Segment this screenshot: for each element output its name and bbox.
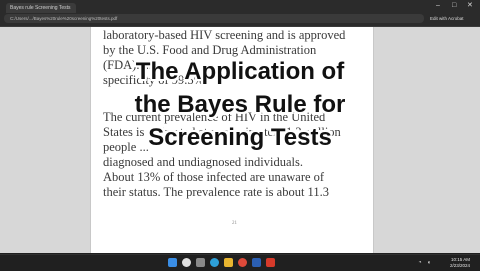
title-overlay-line-2: the Bayes Rule for [134,91,346,118]
doc-line: laboratory-based HIV screening and is ap… [103,28,346,42]
word-icon[interactable] [252,258,261,267]
chrome-icon[interactable] [238,258,247,267]
doc-line: diagnosed and undiagnosed individuals. [103,155,303,169]
acrobat-icon[interactable] [266,258,275,267]
clock-date: 2/23/2024 [449,263,470,268]
minimize-button[interactable]: – [436,2,440,10]
address-bar[interactable]: C:/Users/.../Bayes%20rule%20screening%20… [4,14,424,23]
browser-toolbar: Bayes rule Screening Tests – □ ✕ C:/User… [0,0,480,27]
clock[interactable]: 10:15 AM 2/23/2024 [438,257,470,269]
doc-line: About 13% of those infected are unaware … [103,170,325,184]
edit-with-acrobat-button[interactable]: Edit with Acrobat [430,14,474,23]
start-icon[interactable] [168,258,177,267]
close-button[interactable]: ✕ [467,2,473,10]
browser-tab[interactable]: Bayes rule Screening Tests [6,3,76,13]
page-number: 21 [232,221,237,226]
wifi-icon[interactable]: ◔ [418,259,422,267]
doc-line: their status. The prevalence rate is abo… [103,185,329,199]
taskbar: ◔ ◖ 10:15 AM 2/23/2024 [0,254,480,271]
maximize-button[interactable]: □ [452,2,456,10]
task-view-icon[interactable] [196,258,205,267]
search-icon[interactable] [182,258,191,267]
volume-icon[interactable]: ◖ [427,259,431,267]
title-overlay-line-3: Screening Tests [148,124,332,151]
title-overlay-line-1: The Application of [135,58,345,85]
doc-line: by the U.S. Food and Drug Administration [103,43,317,57]
explorer-icon[interactable] [224,258,233,267]
edge-icon[interactable] [210,258,219,267]
